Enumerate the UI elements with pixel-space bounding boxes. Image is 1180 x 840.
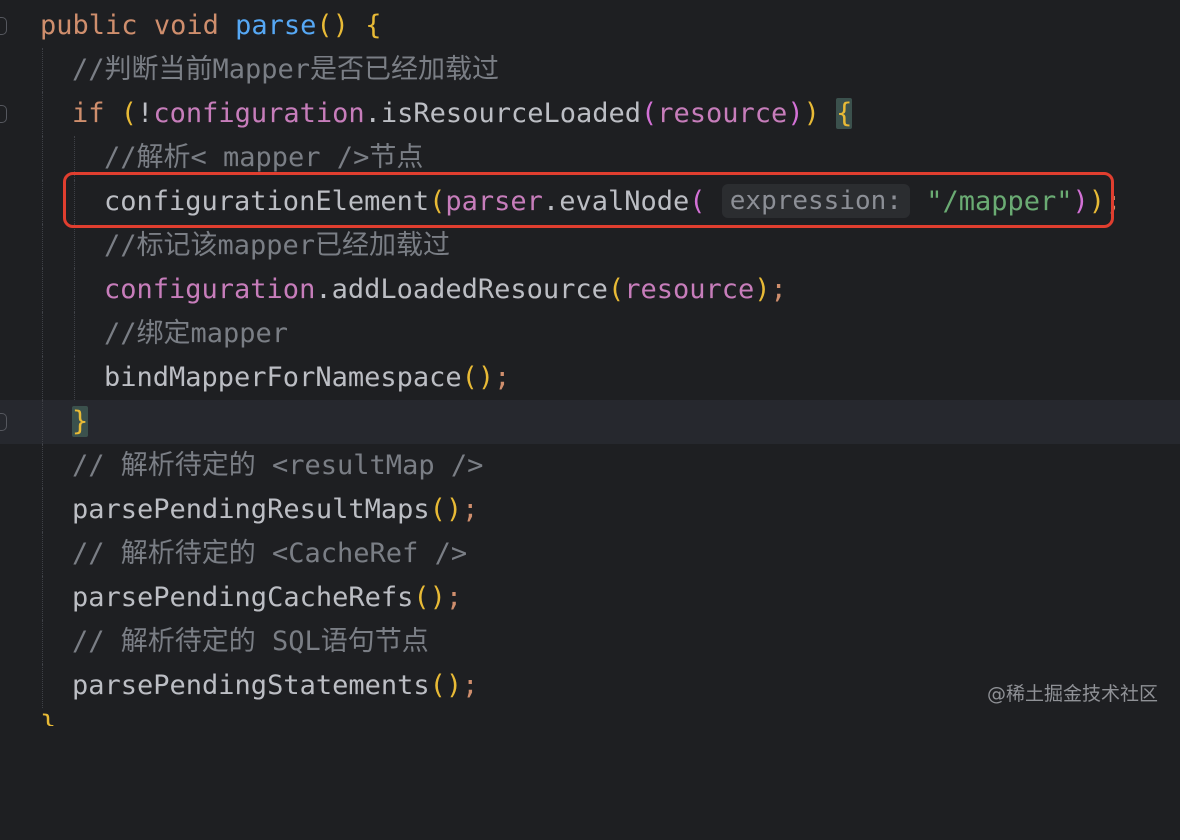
comment: //标记该mapper已经加载过 [104, 230, 451, 261]
indent-guide [42, 400, 43, 444]
indent-guide [42, 312, 43, 356]
method-call: addLoadedResource [331, 274, 608, 305]
indent-guide [42, 444, 43, 488]
code-line-15[interactable]: // 解析待定的 SQL语句节点 [0, 620, 1180, 664]
code-line-1[interactable]: public void parse() { [0, 4, 1180, 48]
code-line-9[interactable]: bindMapperForNamespace(); [0, 356, 1180, 400]
paren: ( [461, 362, 478, 393]
indent-guide [42, 268, 43, 312]
indent-guide [42, 664, 43, 708]
paren: ( [120, 98, 138, 129]
semicolon: ; [770, 274, 787, 305]
method-call: parsePendingResultMaps [72, 494, 430, 525]
code-line-14[interactable]: parsePendingCacheRefs(); [0, 576, 1180, 620]
indent-guide [42, 532, 43, 576]
code-line-12[interactable]: parsePendingResultMaps(); [0, 488, 1180, 532]
paren: ) [445, 494, 463, 525]
field-configuration: configuration [104, 274, 316, 305]
code-line-3[interactable]: if (!configuration.isResourceLoaded(reso… [0, 92, 1180, 136]
brace: { [365, 10, 382, 41]
operator: ! [137, 98, 154, 129]
indent-guide [42, 488, 43, 532]
fold-icon[interactable] [0, 17, 7, 35]
indent-guide [42, 620, 43, 664]
paren: ) [477, 362, 495, 393]
indent-guide [42, 136, 43, 180]
semicolon: ; [462, 494, 479, 525]
paren: ( [413, 582, 430, 613]
indent-guide [74, 224, 75, 268]
dot: . [364, 98, 381, 129]
code-line-11[interactable]: // 解析待定的 <resultMap /> [0, 444, 1180, 488]
paren: ) [332, 10, 349, 41]
indent-guide [42, 92, 43, 136]
semicolon: ; [494, 362, 511, 393]
paren: ) [754, 274, 771, 305]
paren: ( [641, 98, 658, 129]
indent-guide [74, 268, 75, 312]
code-line-17[interactable]: } [0, 704, 1180, 726]
comment: // 解析待定的 <resultMap /> [72, 450, 484, 481]
semicolon: ; [445, 582, 463, 613]
code-line-8[interactable]: //绑定mapper [0, 312, 1180, 356]
indent-guide [42, 224, 43, 268]
paren: ( [429, 670, 446, 701]
paren: ) [787, 98, 804, 129]
brace-match: } [72, 406, 89, 437]
paren: ) [445, 670, 463, 701]
code-line-2[interactable]: //判断当前Mapper是否已经加载过 [0, 48, 1180, 92]
code-line-10[interactable]: } [0, 400, 1180, 444]
paren: ( [429, 494, 446, 525]
paren: ) [803, 98, 820, 129]
keyword-if: if [72, 98, 105, 129]
comment: // 解析待定的 SQL语句节点 [72, 626, 429, 657]
keyword-public: public [40, 10, 138, 41]
field-configuration: configuration [153, 98, 365, 129]
fold-icon[interactable] [0, 105, 7, 123]
paren: ( [316, 10, 333, 41]
method-call: parsePendingStatements [72, 670, 430, 701]
field-resource: resource [657, 98, 788, 129]
code-line-13[interactable]: // 解析待定的 <CacheRef /> [0, 532, 1180, 576]
indent-guide [42, 576, 43, 620]
indent-guide [42, 180, 43, 224]
paren: ( [607, 274, 625, 305]
brace-match: { [836, 98, 853, 129]
keyword-void: void [153, 10, 219, 41]
field-resource: resource [624, 274, 755, 305]
paren: ) [429, 582, 446, 613]
comment: //绑定mapper [104, 318, 289, 349]
fold-icon[interactable] [0, 413, 7, 431]
indent-guide [74, 312, 75, 356]
method-name-parse: parse [235, 10, 317, 41]
dot: . [315, 274, 332, 305]
indent-guide [42, 356, 43, 400]
indent-guide [42, 48, 43, 92]
code-line-6[interactable]: //标记该mapper已经加载过 [0, 224, 1180, 268]
watermark: @稀土掘金技术社区 [986, 683, 1158, 705]
method-call: isResourceLoaded [380, 98, 641, 129]
semicolon: ; [462, 670, 479, 701]
comment: //判断当前Mapper是否已经加载过 [72, 54, 500, 85]
highlight-box [63, 172, 1114, 228]
code-editor[interactable]: public void parse() { //判断当前Mapper是否已经加载… [0, 0, 1180, 726]
comment: // 解析待定的 <CacheRef /> [72, 538, 468, 569]
indent-guide [74, 356, 75, 400]
code-line-7[interactable]: configuration.addLoadedResource(resource… [0, 268, 1180, 312]
method-call: parsePendingCacheRefs [72, 582, 414, 613]
method-call: bindMapperForNamespace [104, 362, 462, 393]
brace: } [40, 710, 57, 726]
